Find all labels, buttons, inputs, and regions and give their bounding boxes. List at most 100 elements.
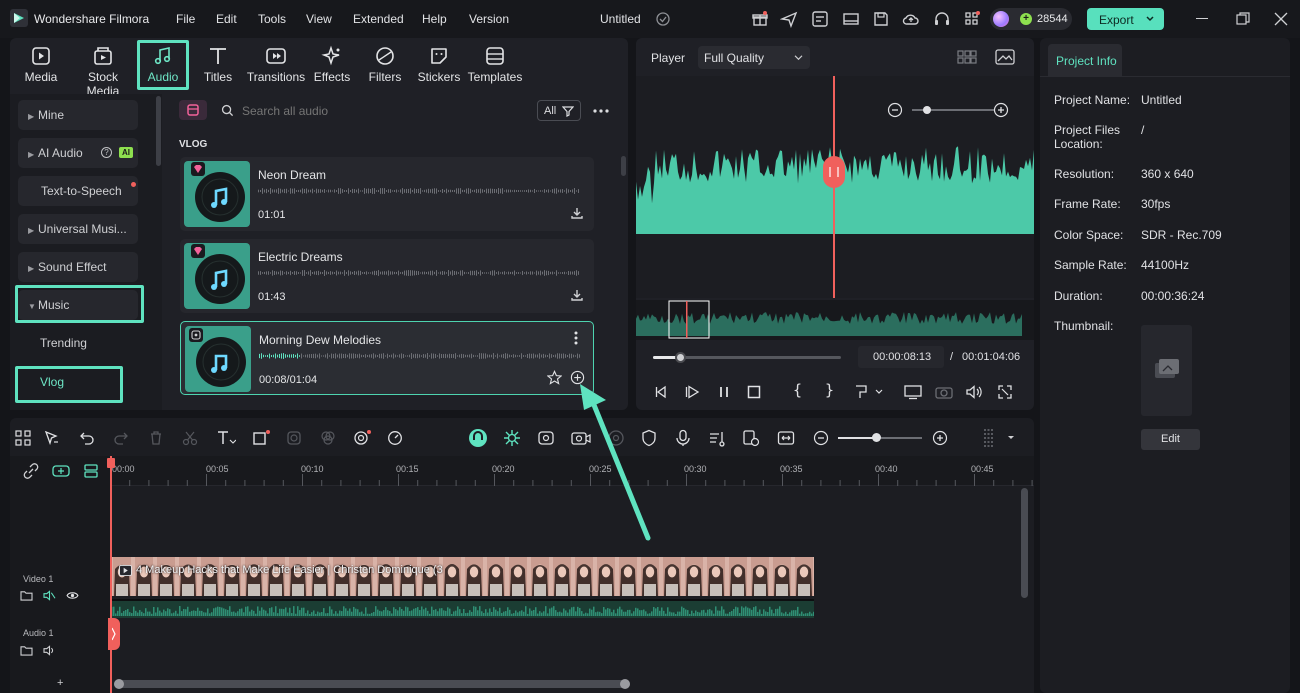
sidebar-item-ai-audio[interactable]: ▶ AI Audio ? AI [18,138,138,168]
video-clip[interactable]: 4 Makeup Hacks that Make Life Easier | C… [111,557,814,596]
feedback-icon[interactable] [811,10,829,28]
zoom-in-icon[interactable] [993,102,1009,118]
restore-icon[interactable] [1236,12,1250,26]
menu-version[interactable]: Version [469,12,509,26]
credits-badge[interactable]: + 28544 [990,8,1072,30]
timeline-zoom-slider[interactable] [838,433,922,442]
tab-audio[interactable]: Audio [137,40,189,90]
ai-voice-icon[interactable] [537,429,555,447]
chevron-down-icon[interactable] [1145,14,1155,24]
edit-thumbnail-button[interactable]: Edit [1141,429,1200,450]
redo-icon[interactable] [113,430,129,446]
sidebar-item-mine[interactable]: ▶ Mine [18,100,138,130]
headset-icon[interactable] [933,10,951,28]
timeline-zoom-out-icon[interactable] [813,430,829,446]
scissors-icon[interactable] [182,430,198,446]
favorite-star-icon[interactable] [547,370,562,385]
folder-icon[interactable] [20,645,33,656]
marker-icon[interactable] [854,384,884,400]
timeline-playhead[interactable] [110,456,112,693]
tab-stock-media[interactable]: Stock Media [70,42,136,98]
cloud-upload-icon[interactable] [902,10,920,28]
current-time-box[interactable]: 00:00:08:13 [858,346,944,368]
scroll-handle-left[interactable] [114,679,124,689]
stop-icon[interactable] [747,385,761,399]
download-icon[interactable] [570,206,584,220]
sidebar-scrollbar[interactable] [156,96,161,166]
menu-file[interactable]: File [176,12,195,26]
apps-grid-icon[interactable] [963,10,981,28]
minimize-icon[interactable] [1196,18,1208,19]
menu-tools[interactable]: Tools [258,12,286,26]
video-clip-audio[interactable] [111,599,814,618]
menu-view[interactable]: View [306,12,332,26]
tab-project-info[interactable]: Project Info [1048,44,1122,76]
color-match-icon[interactable] [320,430,336,446]
track-manager-icon[interactable] [83,463,99,479]
more-options-icon[interactable] [593,109,609,113]
mask-icon[interactable] [286,430,302,446]
horizontal-scrollbar[interactable] [114,679,630,689]
sidebar-item-universal-music[interactable]: ▶ Universal Musi... [18,214,138,244]
audio-off-icon[interactable] [43,590,56,601]
add-track-icon[interactable] [52,463,70,479]
menu-edit[interactable]: Edit [216,12,237,26]
tab-effects[interactable]: Effects [310,42,354,88]
tab-transitions[interactable]: Transitions [244,42,308,88]
vertical-scrollbar[interactable] [1021,488,1028,598]
ai-smart-icon[interactable] [353,429,373,447]
camera-snapshot-icon[interactable] [935,384,953,400]
microphone-icon[interactable] [675,429,691,447]
filter-button[interactable]: All [537,100,581,121]
save-icon[interactable] [872,10,890,28]
tab-titles[interactable]: Titles [198,42,238,88]
store-button[interactable] [179,100,207,120]
pause-icon[interactable] [717,385,731,399]
layout-grid-icon[interactable] [15,430,31,446]
tab-media[interactable]: Media [18,42,64,88]
delete-icon[interactable] [148,430,164,446]
zoom-knob[interactable] [872,433,881,442]
slider-knob[interactable] [923,106,931,114]
zoom-out-icon[interactable] [887,102,903,118]
playback-progress-bar[interactable] [653,352,841,363]
track-options-icon[interactable] [982,428,1016,448]
menu-help[interactable]: Help [422,12,447,26]
help-circle-icon[interactable]: ? [101,147,112,158]
audio-item-electric-dreams[interactable]: Electric Dreams 01:43 [180,239,594,313]
playhead-top[interactable] [107,458,115,468]
folder-icon[interactable] [20,590,33,601]
tab-stickers[interactable]: Stickers [414,42,464,88]
volume-icon[interactable] [965,384,983,400]
quality-select[interactable]: Full Quality [698,46,810,69]
mark-in-icon[interactable]: { [793,381,802,399]
tab-templates[interactable]: Templates [466,42,524,88]
waveform-overview[interactable] [636,300,1034,340]
export-button[interactable]: Export [1087,8,1164,30]
grid-view-icon[interactable] [957,50,977,64]
gift-icon[interactable] [751,10,769,28]
project-thumbnail[interactable] [1141,325,1192,416]
display-monitor-icon[interactable] [904,384,922,400]
cloud-check-icon[interactable] [655,11,673,29]
add-icon[interactable]: + [57,677,63,689]
undo-icon[interactable] [79,430,95,446]
waveform-zoom-slider[interactable] [912,106,994,114]
search-input[interactable] [242,101,522,121]
sidebar-item-text-to-speech[interactable]: Text-to-Speech [18,176,138,206]
list-scrollbar[interactable] [621,156,626,176]
sidebar-item-sound-effect[interactable]: ▶ Sound Effect [18,252,138,282]
replace-media-icon[interactable] [742,429,760,447]
download-icon[interactable] [570,288,584,302]
eye-icon[interactable] [66,591,79,600]
link-icon[interactable] [23,463,39,479]
audio-item-morning-dew-melodies[interactable]: Morning Dew Melodies 00:08/01:04 [180,321,594,395]
progress-knob[interactable] [675,352,686,363]
speaker-icon[interactable] [43,645,56,656]
fullscreen-icon[interactable] [998,385,1012,399]
tab-filters[interactable]: Filters [364,42,406,88]
audio-mixer-icon[interactable] [708,429,726,447]
auto-highlight-icon[interactable] [503,429,521,447]
speed-icon[interactable] [387,430,403,446]
snapshot-image-icon[interactable] [995,49,1015,65]
